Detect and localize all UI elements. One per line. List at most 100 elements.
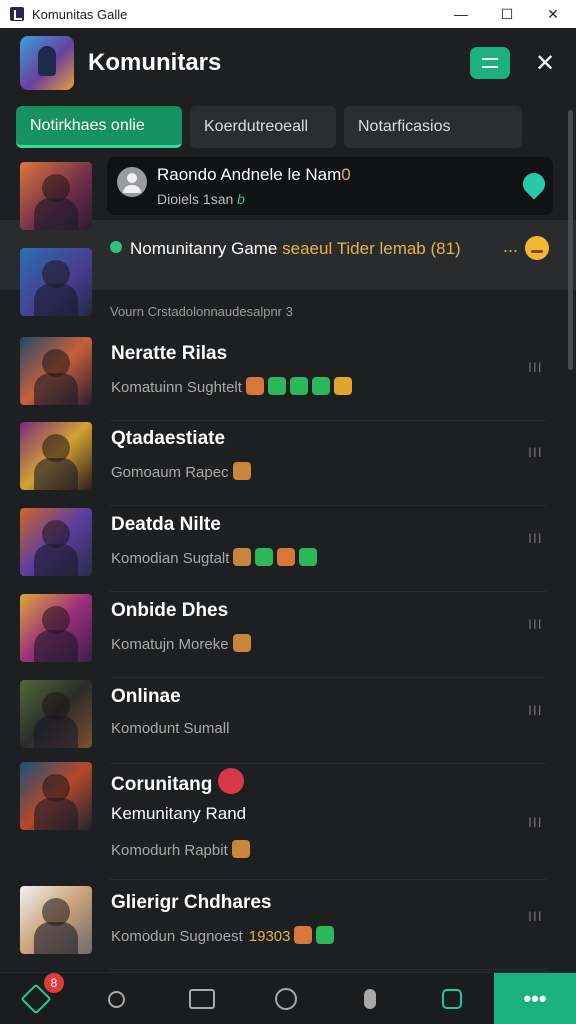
chat-message-text: Komatujn Moreke <box>111 636 229 653</box>
nav-feed[interactable] <box>172 973 232 1024</box>
online-status-icon <box>110 241 122 253</box>
chat-name: Glierigr Chdhares <box>111 892 272 913</box>
sticker-icon <box>333 377 352 395</box>
list-item[interactable]: Glierigr Chdhares Komodun Sugnoest 19303 II… <box>0 884 576 970</box>
nav-search[interactable] <box>86 973 146 1024</box>
notice-subtitle-text: Dioiels 1san <box>157 191 234 207</box>
notice-subtitle-accent: b <box>237 191 245 207</box>
close-button[interactable]: ✕ <box>530 48 560 78</box>
chat-extra-line: Kemunitany Rand <box>111 804 247 823</box>
sticker-icon <box>289 377 308 395</box>
sticker-icon <box>245 377 264 395</box>
chat-thumbnail <box>20 508 92 576</box>
chat-more-icon[interactable]: III <box>528 530 543 546</box>
chat-name: Onbide Dhes <box>111 600 229 621</box>
divider <box>110 879 546 880</box>
highlight-accent: seaeul Tider lemab (81) <box>282 239 461 258</box>
location-pin-icon[interactable] <box>518 168 550 200</box>
community-logo <box>20 36 74 90</box>
page-title: Komunitars <box>88 49 222 76</box>
notification-badge: 8 <box>44 973 64 993</box>
nav-discover[interactable] <box>256 973 316 1024</box>
tab-notifications[interactable]: Notarficasios <box>344 106 522 148</box>
chat-more-icon[interactable]: III <box>528 444 543 460</box>
nav-home[interactable]: 8 <box>6 973 66 1024</box>
emoji-icon <box>525 236 549 260</box>
tab-online[interactable]: Notirkhaes onlie <box>16 106 182 148</box>
chat-message: Komodurh Rapbit <box>111 840 250 859</box>
chat-name: Deatda Nilte <box>111 514 221 535</box>
chat-message-text: Komodian Sugtalt <box>111 550 230 567</box>
window-title: Komunitas Galle <box>32 6 128 22</box>
chat-thumbnail <box>20 594 92 662</box>
sticker-icon <box>267 377 286 395</box>
tab-bar: Notirkhaes onlie Koerdutreoeall Notarfic… <box>16 106 522 148</box>
sticker-icon <box>316 926 335 944</box>
chat-more-icon[interactable]: III <box>528 702 543 718</box>
minimize-button[interactable]: — <box>438 0 484 28</box>
notice-title-text: Raondo Andnele le Nam <box>157 165 342 184</box>
chat-thumbnail <box>20 762 92 830</box>
more-button[interactable]: ••• <box>494 973 576 1024</box>
discover-icon <box>275 988 297 1010</box>
chat-message: Komodian Sugtalt <box>111 548 318 567</box>
chat-name: Onlinae <box>111 686 181 707</box>
section-label: Vourn Crstadolonnaudesalpnr 3 <box>110 304 293 319</box>
chat-message-text: Komodunt Sumall <box>111 720 230 737</box>
chat-more-icon[interactable]: III <box>528 616 543 632</box>
menu-icon <box>482 58 498 68</box>
chat-name: Qtadaestiate <box>111 428 226 449</box>
window-close-button[interactable]: ✕ <box>530 0 576 28</box>
sticker-icon <box>233 548 252 566</box>
feed-icon <box>189 989 215 1009</box>
highlight-name: Nomunitanry Game <box>130 239 278 258</box>
list-item[interactable]: Onlinae Komodunt Sumall III <box>0 678 576 764</box>
sticker-icon <box>232 634 251 652</box>
nav-profile[interactable] <box>422 973 482 1024</box>
chat-more-icon[interactable]: III <box>528 908 543 924</box>
notice-title-accent: 0 <box>341 165 351 184</box>
chat-name: Corunitang <box>111 768 245 796</box>
window-controls: — ☐ ✕ <box>438 0 576 28</box>
bottom-nav: 8 ••• <box>0 972 576 1024</box>
nav-voice[interactable] <box>340 973 400 1024</box>
chat-message: Komodunt Sumall <box>111 720 229 737</box>
list-item[interactable]: Onbide Dhes Komatujn Moreke III <box>0 592 576 678</box>
sticker-icon <box>299 548 318 566</box>
notice-thumbnail[interactable] <box>20 162 92 230</box>
chat-message-text: Komodurh Rapbit <box>111 842 228 859</box>
list-item[interactable]: Corunitang Kemunitany Rand Komodurh Rapbit… <box>0 760 576 880</box>
tab-community[interactable]: Koerdutreoeall <box>190 106 336 148</box>
list-item[interactable]: Deatda Nilte Komodian Sugtalt III <box>0 506 576 592</box>
notice-card[interactable]: Raondo Andnele le Nam0 Dioiels 1san b <box>107 157 553 215</box>
sticker-icon <box>231 840 250 858</box>
chat-thumbnail <box>20 886 92 954</box>
chat-message: Komodun Sugnoest 19303 <box>111 926 335 945</box>
chat-thumbnail <box>20 680 92 748</box>
angry-emoji-icon <box>218 768 245 794</box>
sticker-icon <box>255 548 274 566</box>
highlight-thumbnail[interactable] <box>20 248 92 316</box>
avatar <box>117 167 147 197</box>
chat-message-accent: 19303 <box>248 928 291 945</box>
chat-more-icon[interactable]: III <box>528 359 543 375</box>
sticker-icon <box>277 548 296 566</box>
chat-more-icon[interactable]: III <box>528 814 543 830</box>
chat-message: Gomoaum Rapec <box>111 462 251 481</box>
scrollbar[interactable] <box>568 110 573 370</box>
search-icon <box>107 990 125 1008</box>
menu-button[interactable] <box>470 47 510 79</box>
list-item[interactable]: Neratte Rilas Komatuinn Sughtelt III <box>0 335 576 421</box>
maximize-button[interactable]: ☐ <box>484 0 530 28</box>
chat-message-text: Komatuinn Sughtelt <box>111 379 242 396</box>
sticker-icon <box>294 926 313 944</box>
list-item[interactable]: Qtadaestiate Gomoaum Rapec III <box>0 420 576 506</box>
voice-icon <box>364 989 376 1009</box>
divider <box>110 969 546 970</box>
highlight-ellipsis: ... <box>503 236 519 256</box>
chat-message-text: Komodun Sugnoest <box>111 928 243 945</box>
notice-title: Raondo Andnele le Nam0 <box>157 165 351 185</box>
chat-name: Neratte Rilas <box>111 343 228 364</box>
close-icon: ✕ <box>534 49 556 77</box>
chat-message: Komatuinn Sughtelt <box>111 377 352 396</box>
